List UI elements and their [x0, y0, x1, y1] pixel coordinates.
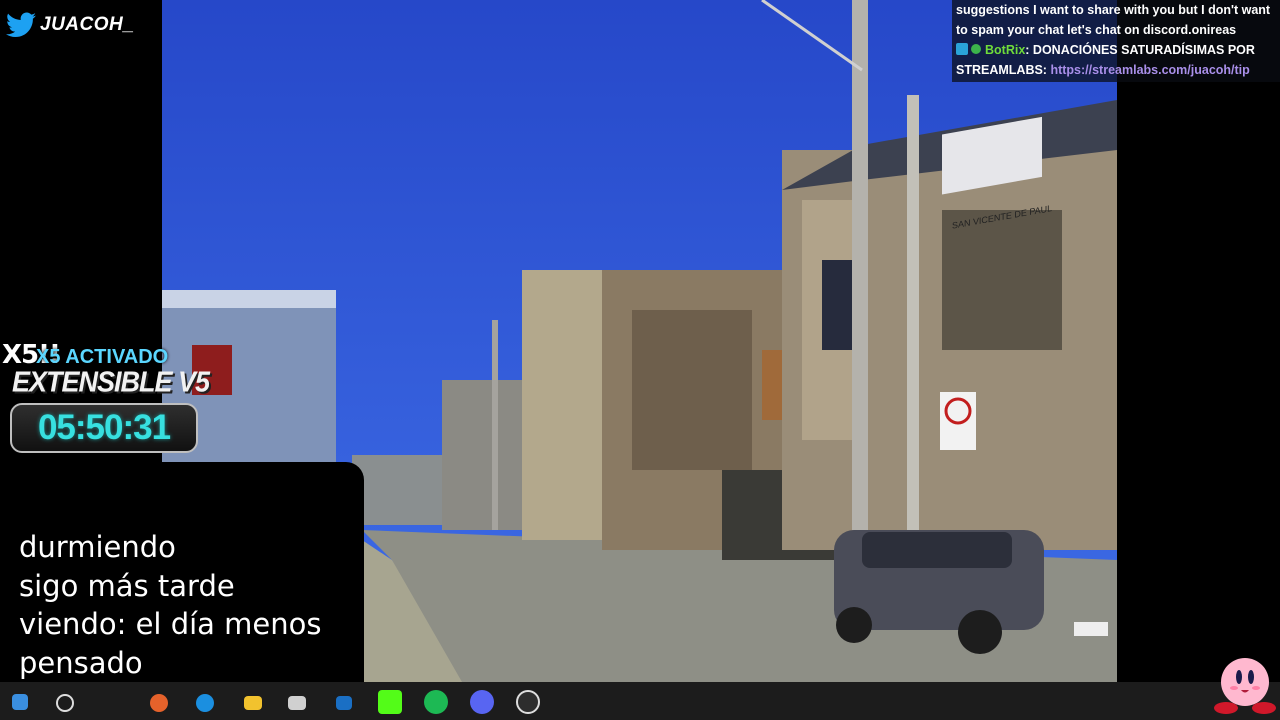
kick-icon[interactable]: [378, 690, 402, 714]
far-building: [442, 380, 522, 530]
status-line: pensado: [19, 645, 143, 680]
chat-link[interactable]: https://streamlabs.com/juacoh/tip: [1050, 63, 1249, 77]
status-box: durmiendo sigo más tarde viendo: el día …: [0, 462, 364, 700]
chat-message-bot: BotRix: DONACIÓNES SATURADÍSIMAS POR: [956, 40, 1274, 60]
chat-username: BotRix: [985, 43, 1026, 57]
taskbar: [0, 682, 1280, 720]
chat-line: to spam your chat let's chat on discord.…: [956, 23, 1237, 37]
windows-icon[interactable]: [12, 694, 28, 710]
no-parking-sign: [940, 392, 976, 450]
status-line: viendo: el día menos: [19, 607, 322, 641]
chat-message-text: STREAMLABS:: [956, 63, 1051, 77]
store-icon[interactable]: [288, 696, 306, 710]
spotify-icon[interactable]: [424, 690, 448, 714]
firefox-icon[interactable]: [150, 694, 168, 712]
status-line: sigo más tarde: [19, 568, 235, 603]
chat-message-text: : DONACIÓNES SATURADÍSIMAS POR: [1025, 43, 1255, 57]
twitter-handle-text: JUACOH_: [40, 14, 135, 35]
right-black-bar: [1117, 0, 1280, 720]
status-line: durmiendo: [19, 530, 176, 564]
twitter-handle: JUACOH_: [6, 12, 134, 38]
utility-pole: [852, 0, 868, 530]
countdown-timer: 05:50:31: [10, 403, 198, 453]
discord-icon[interactable]: [470, 690, 494, 714]
files-icon[interactable]: [244, 696, 262, 710]
verified-icon: [971, 44, 981, 54]
bot-badge-icon: [956, 43, 968, 55]
app-icon[interactable]: [336, 696, 352, 710]
twitter-icon: [6, 12, 36, 37]
chat-line: suggestions I want to share with you but…: [956, 3, 1271, 17]
obs-icon[interactable]: [516, 690, 540, 714]
chat-line: STREAMLABS: https://streamlabs.com/juaco…: [956, 60, 1274, 80]
edge-icon[interactable]: [196, 694, 214, 712]
extensible-label: EXTENSIBLE V5: [12, 366, 210, 398]
chat-overlay: suggestions I want to share with you but…: [952, 0, 1280, 82]
kirby-mascot: [1214, 658, 1276, 714]
search-icon[interactable]: [56, 694, 74, 712]
